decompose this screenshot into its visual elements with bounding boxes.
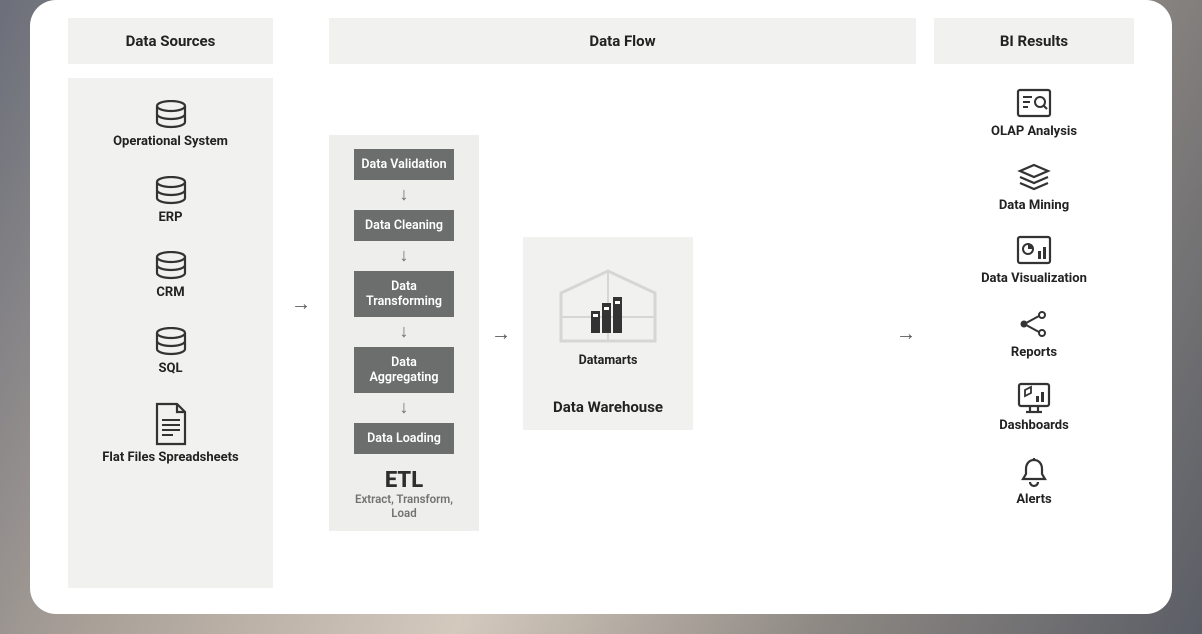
etl-stage: Data Aggregating bbox=[354, 347, 454, 393]
down-arrow-icon: ↓ bbox=[400, 247, 409, 265]
source-sql: SQL bbox=[153, 327, 189, 377]
result-data-visualization: Data Visualization bbox=[981, 235, 1087, 287]
result-label: Data Visualization bbox=[981, 271, 1087, 287]
source-label: SQL bbox=[153, 361, 189, 377]
source-erp: ERP bbox=[153, 176, 189, 226]
source-label: Operational System bbox=[113, 134, 228, 150]
header-data-sources: Data Sources bbox=[68, 18, 273, 64]
result-label: Alerts bbox=[1016, 492, 1052, 508]
result-label: Reports bbox=[1011, 345, 1057, 361]
column-data-sources: Data Sources Operational System ERP bbox=[68, 18, 273, 588]
file-icon bbox=[151, 402, 191, 446]
dashboard-icon bbox=[1016, 382, 1052, 412]
etl-stage: Data Loading bbox=[354, 423, 454, 454]
result-dashboards: Dashboards bbox=[999, 382, 1069, 434]
etl-title: ETL bbox=[385, 468, 423, 493]
flow-arrow-icon: → bbox=[896, 323, 916, 344]
etl-stage: Data Cleaning bbox=[354, 210, 454, 241]
warehouse-icon bbox=[553, 263, 663, 349]
result-label: OLAP Analysis bbox=[991, 124, 1077, 140]
layers-icon bbox=[1016, 162, 1052, 192]
result-alerts: Alerts bbox=[1016, 456, 1052, 508]
diagram-card: Data Sources Operational System ERP bbox=[30, 0, 1172, 614]
down-arrow-icon: ↓ bbox=[400, 399, 409, 417]
result-reports: Reports bbox=[1011, 309, 1057, 361]
source-flat-files: Flat Files Spreadsheets bbox=[102, 402, 238, 466]
column-data-flow: Data Flow Data Validation ↓ Data Cleanin… bbox=[329, 18, 916, 588]
bi-results-list: OLAP Analysis Data Mining Data Visualiza… bbox=[934, 78, 1134, 588]
bell-icon bbox=[1016, 456, 1052, 486]
result-label: Data Mining bbox=[999, 198, 1069, 214]
chart-icon bbox=[1016, 235, 1052, 265]
database-icon bbox=[153, 176, 189, 206]
result-olap-analysis: OLAP Analysis bbox=[991, 88, 1077, 140]
datamarts-label: Datamarts bbox=[533, 353, 683, 368]
etl-stage: Data Validation bbox=[354, 149, 454, 180]
result-data-mining: Data Mining bbox=[999, 162, 1069, 214]
source-label: CRM bbox=[153, 285, 189, 301]
share-icon bbox=[1016, 309, 1052, 339]
header-data-flow: Data Flow bbox=[329, 18, 916, 64]
down-arrow-icon: ↓ bbox=[400, 186, 409, 204]
column-bi-results: BI Results OLAP Analysis Data Mining bbox=[934, 18, 1134, 588]
flow-arrow-icon: → bbox=[491, 323, 511, 344]
source-operational-system: Operational System bbox=[113, 100, 228, 150]
data-sources-list: Operational System ERP CRM bbox=[68, 78, 273, 588]
database-icon bbox=[153, 251, 189, 281]
etl-box: Data Validation ↓ Data Cleaning ↓ Data T… bbox=[329, 135, 479, 531]
analysis-icon bbox=[1016, 88, 1052, 118]
data-warehouse-title: Data Warehouse bbox=[533, 398, 683, 416]
source-crm: CRM bbox=[153, 251, 189, 301]
database-icon bbox=[153, 100, 189, 130]
header-bi-results: BI Results bbox=[934, 18, 1134, 64]
source-label: ERP bbox=[153, 210, 189, 226]
flow-arrow-icon: → bbox=[291, 18, 311, 588]
etl-stage: Data Transforming bbox=[354, 271, 454, 317]
etl-subtitle: Extract, Transform, Load bbox=[341, 493, 467, 521]
result-label: Dashboards bbox=[999, 418, 1069, 434]
down-arrow-icon: ↓ bbox=[400, 323, 409, 341]
database-icon bbox=[153, 327, 189, 357]
source-label: Flat Files Spreadsheets bbox=[102, 450, 238, 466]
data-warehouse-box: Datamarts Data Warehouse bbox=[523, 237, 693, 430]
